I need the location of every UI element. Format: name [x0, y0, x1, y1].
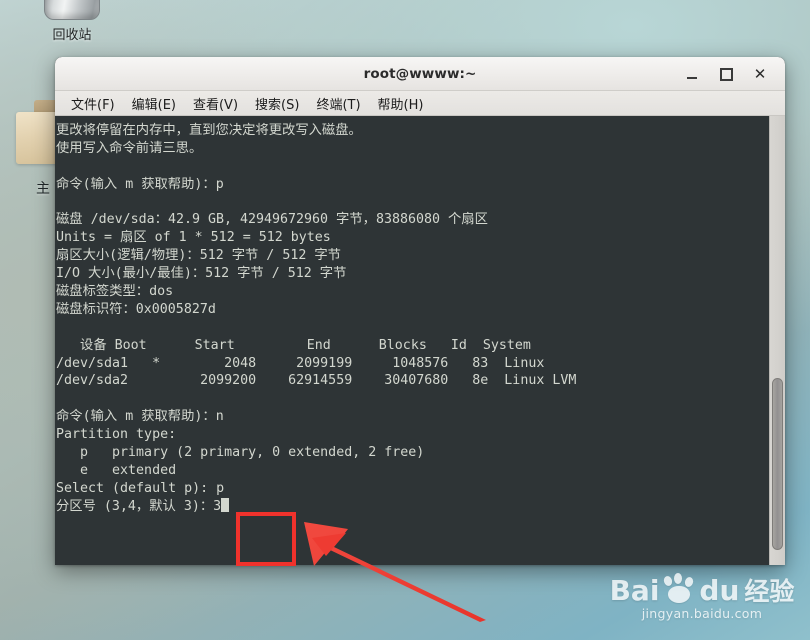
terminal-line: /dev/sda1 * 2048 2099199 1048576 83 Linu… — [56, 355, 545, 371]
watermark-suffix-text: 经验 — [744, 577, 795, 606]
menu-item-terminal[interactable]: 终端(T) — [309, 92, 367, 115]
terminal-line: e extended — [56, 462, 177, 478]
paw-print-icon — [662, 573, 696, 605]
desktop: 回收站 主 root@wwww:~ ✕ 文件(F) 编辑(E) 查看(V) 搜索… — [0, 0, 810, 640]
recycle-bin-label: 回收站 — [52, 28, 92, 43]
terminal-line: /dev/sda2 2099200 62914559 30407680 8e L… — [56, 373, 577, 389]
terminal-line: 命令(输入 m 获取帮助)：p — [56, 176, 224, 192]
window-controls: ✕ — [683, 57, 777, 91]
terminal-line: Partition type: — [56, 427, 177, 443]
terminal-scrollbar[interactable] — [769, 116, 785, 565]
terminal-window[interactable]: root@wwww:~ ✕ 文件(F) 编辑(E) 查看(V) 搜索(S) 终端… — [55, 57, 785, 565]
menu-item-view[interactable]: 查看(V) — [186, 92, 245, 115]
terminal-line: 设备 Boot Start End Blocks Id System — [56, 337, 531, 353]
watermark-du-text: du — [699, 573, 740, 607]
minimize-button[interactable] — [683, 65, 701, 83]
menu-item-file[interactable]: 文件(F) — [64, 92, 122, 115]
menu-item-help[interactable]: 帮助(H) — [371, 92, 431, 115]
terminal-line: p primary (2 primary, 0 extended, 2 free… — [56, 445, 425, 461]
terminal-output[interactable]: 更改将停留在内存中，直到您决定将更改写入磁盘。 使用写入命令前请三思。命令(输入 … — [55, 116, 769, 565]
terminal-line: Select (default p): p — [56, 480, 225, 496]
watermark-logo: Bai du 经验 — [604, 572, 800, 608]
terminal-line: 更改将停留在内存中，直到您决定将更改写入磁盘。 — [56, 123, 362, 138]
terminal-line: I/O 大小(最小/最佳)：512 字节 / 512 字节 — [56, 266, 347, 282]
watermark-bai-text: Bai — [609, 573, 660, 607]
terminal-line: Units = 扇区 of 1 * 512 = 512 bytes — [56, 230, 331, 246]
menu-item-search[interactable]: 搜索(S) — [248, 92, 306, 115]
terminal-line: 分区号 (3,4，默认 3)：3 — [56, 497, 769, 516]
terminal-cursor — [221, 497, 230, 512]
terminal-line: 命令(输入 m 获取帮助)：n — [56, 409, 224, 425]
desktop-icon-recycle-bin[interactable]: 回收站 — [30, 0, 114, 43]
terminal-line: 扇区大小(逻辑/物理)：512 字节 / 512 字节 — [56, 248, 341, 264]
window-title: root@wwww:~ — [363, 65, 477, 82]
desktop-icon-home-label: 主 — [36, 181, 50, 197]
terminal-body[interactable]: 更改将停留在内存中，直到您决定将更改写入磁盘。 使用写入命令前请三思。命令(输入 … — [55, 116, 785, 565]
terminal-line: 磁盘标签类型：dos — [56, 284, 174, 300]
close-button[interactable]: ✕ — [751, 65, 769, 83]
terminal-line: 磁盘 /dev/sda：42.9 GB, 42949672960 字节，8388… — [56, 212, 488, 228]
recycle-bin-icon — [44, 0, 100, 20]
baidu-watermark: Bai du 经验 jingyan.baidu.com — [604, 572, 800, 628]
menu-bar: 文件(F) 编辑(E) 查看(V) 搜索(S) 终端(T) 帮助(H) — [55, 91, 785, 116]
menu-item-edit[interactable]: 编辑(E) — [125, 92, 183, 115]
window-titlebar[interactable]: root@wwww:~ ✕ — [55, 57, 785, 91]
scrollbar-thumb[interactable] — [772, 378, 783, 550]
maximize-button[interactable] — [717, 65, 735, 83]
watermark-url: jingyan.baidu.com — [641, 606, 763, 621]
terminal-line: 磁盘标识符：0x0005827d — [56, 301, 216, 317]
terminal-line: 使用写入命令前请三思。 — [56, 140, 203, 156]
